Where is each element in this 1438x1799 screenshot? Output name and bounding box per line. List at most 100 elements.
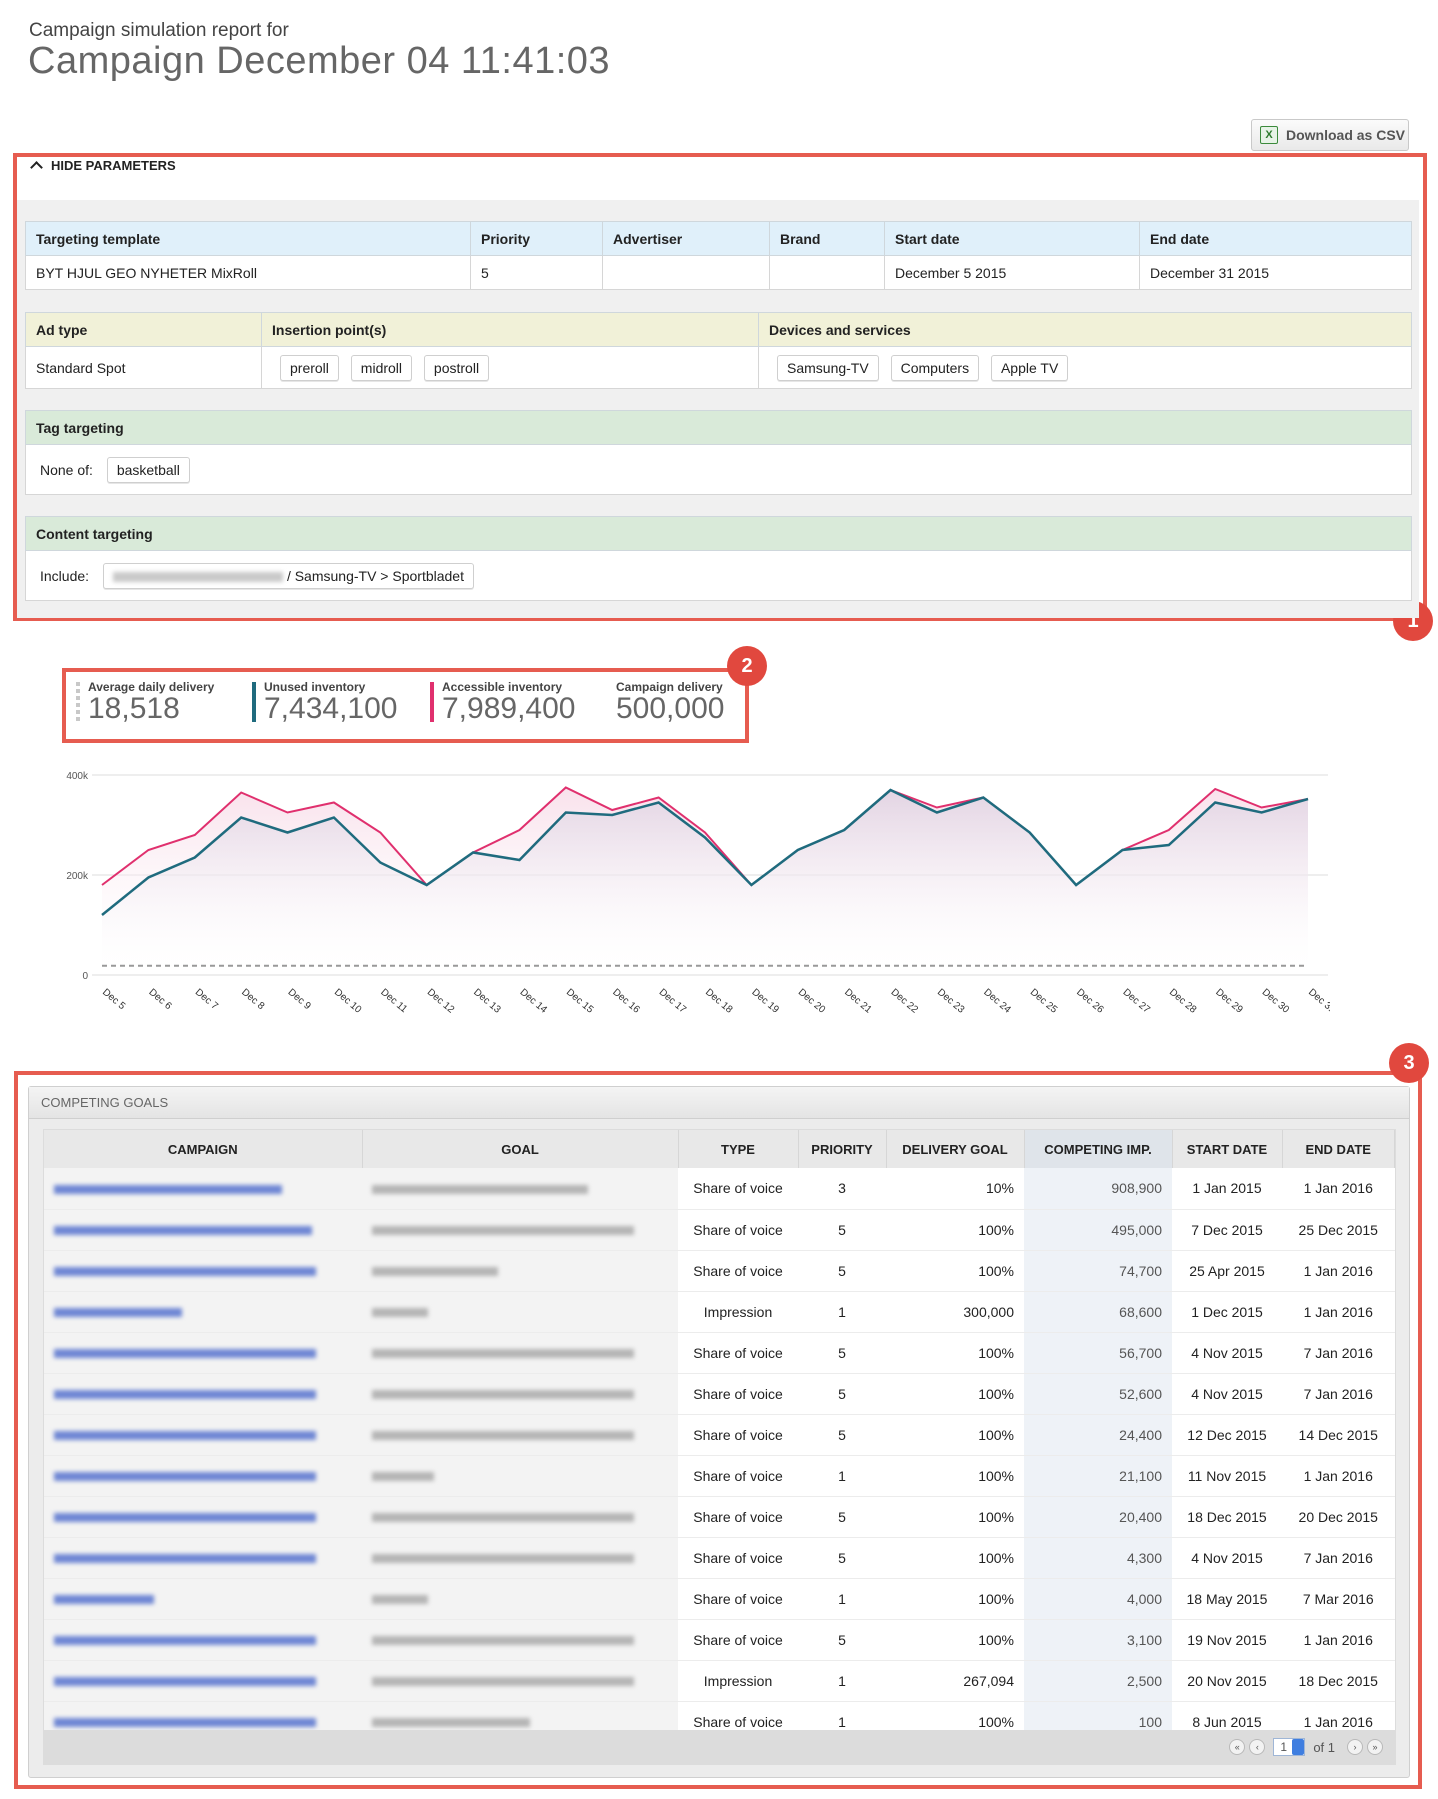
- x-tick-label: Dec 14: [518, 987, 550, 1016]
- campaign-link[interactable]: [54, 1636, 316, 1646]
- campaign-link[interactable]: [54, 1513, 316, 1523]
- end-date-cell: 7 Jan 2016: [1282, 1537, 1395, 1579]
- campaign-link[interactable]: [54, 1472, 316, 1482]
- campaign-link[interactable]: [54, 1431, 316, 1441]
- col-priority[interactable]: PRIORITY: [798, 1130, 887, 1168]
- delivery-goal-cell: 100%: [886, 1619, 1024, 1661]
- stat-marker: [252, 682, 256, 722]
- pagination-bar: « ‹ 1 of 1 › »: [44, 1730, 1395, 1764]
- last-page-icon[interactable]: »: [1367, 1739, 1383, 1755]
- col-end-date[interactable]: END DATE: [1282, 1130, 1395, 1168]
- priority-cell: 5: [798, 1209, 886, 1251]
- goal-name: [372, 1554, 634, 1564]
- col-goal[interactable]: GOAL: [362, 1130, 679, 1168]
- campaign-link[interactable]: [54, 1554, 316, 1564]
- delivery-goal-cell: 100%: [886, 1250, 1024, 1292]
- y-tick-label: 200k: [66, 871, 89, 882]
- goal-cell: [362, 1373, 678, 1415]
- type-cell: Share of voice: [678, 1414, 798, 1456]
- col-delivery-goal[interactable]: DELIVERY GOAL: [886, 1130, 1025, 1168]
- page-number-input[interactable]: 1: [1273, 1738, 1306, 1756]
- start-date-cell: 1 Dec 2015: [1172, 1291, 1282, 1333]
- col-type[interactable]: TYPE: [678, 1130, 799, 1168]
- x-tick-label: Dec 15: [564, 987, 596, 1016]
- device-tag-apple-tv: Apple TV: [990, 354, 1069, 381]
- campaign-link-cell[interactable]: [44, 1455, 362, 1497]
- insertion-tag-postroll: postroll: [423, 354, 490, 381]
- download-csv-button[interactable]: X Download as CSV: [1251, 119, 1409, 151]
- stat-value: 7,989,400: [442, 692, 576, 725]
- y-tick-label: 400k: [66, 771, 89, 782]
- delivery-goal-cell: 100%: [886, 1455, 1024, 1497]
- col-priority: Priority: [470, 221, 603, 256]
- delivery-stats: Average daily delivery 18,518 Unused inv…: [76, 680, 734, 724]
- tag-basketball: basketball: [106, 456, 190, 483]
- campaign-link-cell[interactable]: [44, 1496, 362, 1538]
- competing-imp-cell: 56,700: [1024, 1332, 1172, 1374]
- campaign-link[interactable]: [54, 1595, 154, 1605]
- end-date-cell: 1 Jan 2016: [1282, 1168, 1395, 1210]
- campaign-link[interactable]: [54, 1718, 316, 1728]
- col-start-date[interactable]: START DATE: [1172, 1130, 1283, 1168]
- campaign-link[interactable]: [54, 1677, 316, 1687]
- hide-parameters-toggle[interactable]: HIDE PARAMETERS: [30, 158, 176, 174]
- campaign-link[interactable]: [54, 1267, 316, 1277]
- col-campaign[interactable]: CAMPAIGN: [44, 1130, 363, 1168]
- campaign-link-cell[interactable]: [44, 1537, 362, 1579]
- campaign-link[interactable]: [54, 1226, 312, 1236]
- table-row: Share of voice 5 100% 3,100 19 Nov 2015 1 Jan…: [44, 1619, 1395, 1661]
- spinner-icon[interactable]: [1292, 1739, 1305, 1755]
- first-page-icon[interactable]: «: [1229, 1739, 1246, 1755]
- competing-imp-cell: 20,400: [1024, 1496, 1172, 1538]
- goal-cell: [362, 1168, 678, 1210]
- delivery-goal-cell: 100%: [886, 1373, 1024, 1415]
- x-tick-label: Dec 11: [378, 987, 409, 1016]
- col-competing-imp[interactable]: COMPETING IMP.: [1024, 1130, 1173, 1168]
- table-row: Share of voice 5 100% 20,400 18 Dec 2015 20 D…: [44, 1496, 1395, 1538]
- campaign-link[interactable]: [54, 1349, 316, 1359]
- page-subtitle: Campaign simulation report for: [29, 20, 289, 41]
- goal-name: [372, 1267, 498, 1277]
- campaign-link-cell[interactable]: [44, 1660, 362, 1702]
- campaign-link-cell[interactable]: [44, 1373, 362, 1415]
- start-date-cell: 19 Nov 2015: [1172, 1619, 1282, 1661]
- delivery-goal-cell: 100%: [886, 1209, 1024, 1251]
- priority-cell: 1: [798, 1291, 886, 1333]
- content-targeting-table: Content targeting Include: / Samsung-TV …: [25, 516, 1412, 601]
- device-tag-samsung-tv: Samsung-TV: [777, 354, 879, 381]
- start-date-cell: 1 Jan 2015: [1172, 1168, 1282, 1210]
- download-csv-label: Download as CSV: [1286, 127, 1406, 143]
- x-tick-label: Dec 18: [703, 987, 735, 1016]
- campaign-link-cell[interactable]: [44, 1414, 362, 1456]
- col-brand: Brand: [769, 221, 885, 256]
- table-row: Share of voice 1 100% 21,100 11 Nov 2015 1 Ja…: [44, 1455, 1395, 1497]
- type-cell: Share of voice: [678, 1619, 798, 1661]
- advertiser-value: [602, 255, 770, 290]
- campaign-link[interactable]: [54, 1390, 316, 1400]
- table-row: Impression 1 267,094 2,500 20 Nov 2015 18 Dec…: [44, 1660, 1395, 1702]
- campaign-link-cell[interactable]: [44, 1209, 362, 1251]
- goal-name: [372, 1226, 634, 1236]
- campaign-link[interactable]: [54, 1185, 282, 1195]
- col-insertion-points: Insertion point(s): [261, 312, 759, 347]
- priority-cell: 5: [798, 1373, 886, 1415]
- start-date-cell: 18 May 2015: [1172, 1578, 1282, 1620]
- goal-cell: [362, 1455, 678, 1497]
- type-cell: Share of voice: [678, 1537, 798, 1579]
- next-page-icon[interactable]: ›: [1347, 1739, 1363, 1755]
- prev-page-icon[interactable]: ‹: [1249, 1739, 1266, 1755]
- campaign-link-cell[interactable]: [44, 1168, 362, 1210]
- campaign-link-cell[interactable]: [44, 1332, 362, 1374]
- start-date-cell: 4 Nov 2015: [1172, 1537, 1282, 1579]
- campaign-link-cell[interactable]: [44, 1619, 362, 1661]
- type-cell: Impression: [678, 1660, 798, 1702]
- campaign-link-cell[interactable]: [44, 1291, 362, 1333]
- campaign-link-cell[interactable]: [44, 1250, 362, 1292]
- table-row: Share of voice 5 100% 74,700 25 Apr 2015 1 Ja…: [44, 1250, 1395, 1292]
- competing-imp-cell: 2,500: [1024, 1660, 1172, 1702]
- x-tick-label: Dec 20: [796, 987, 828, 1016]
- campaign-link-cell[interactable]: [44, 1578, 362, 1620]
- goal-cell: [362, 1578, 678, 1620]
- competing-imp-cell: 68,600: [1024, 1291, 1172, 1333]
- campaign-link[interactable]: [54, 1308, 182, 1318]
